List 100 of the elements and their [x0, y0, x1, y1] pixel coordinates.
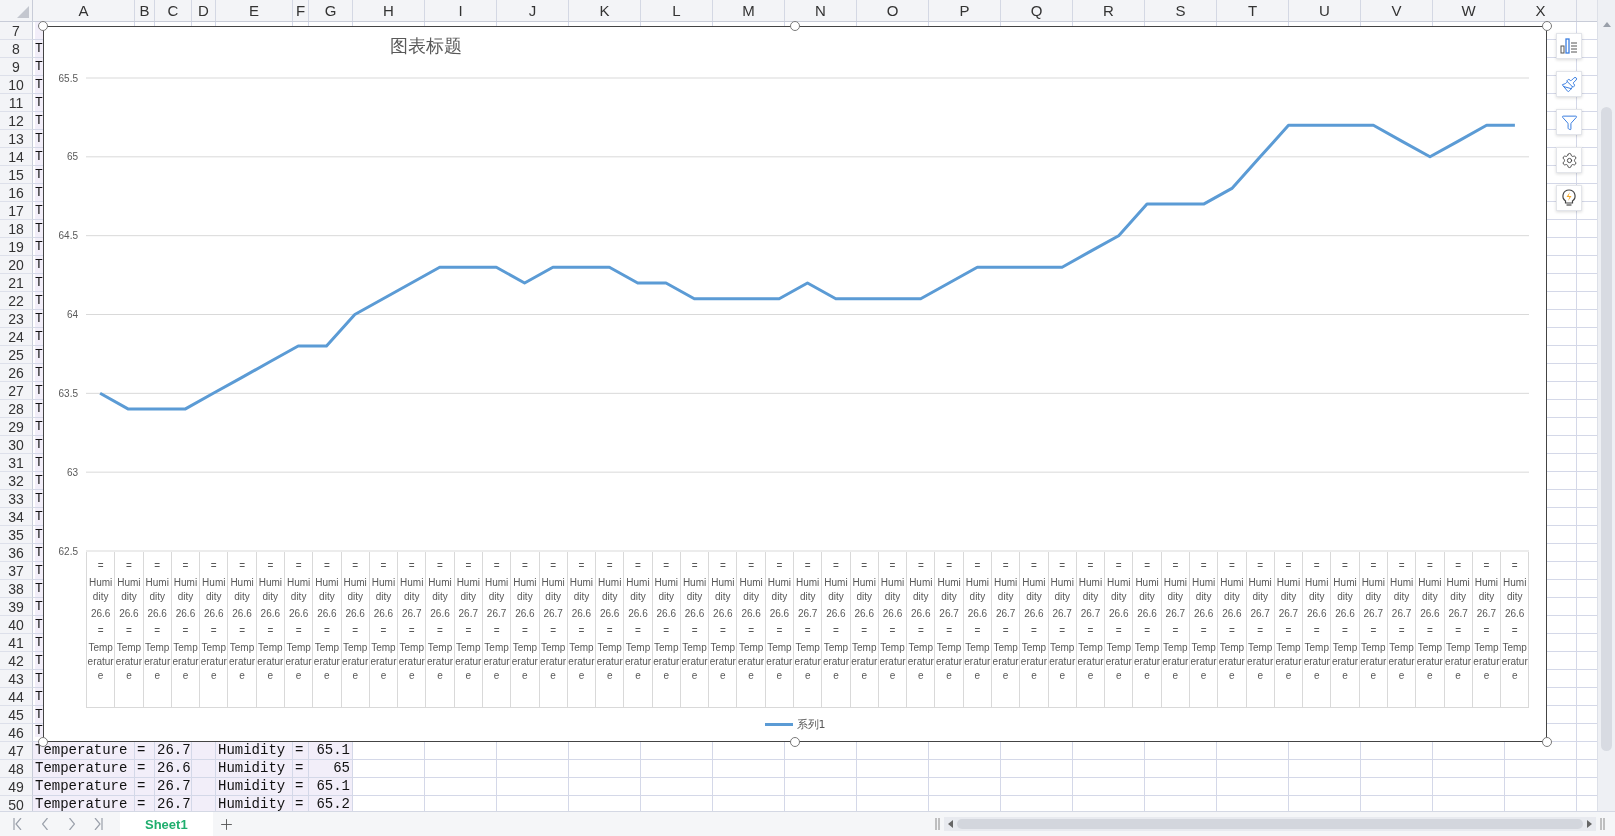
table-cell[interactable]: T: [35, 382, 43, 399]
table-cell[interactable]: T: [35, 256, 43, 273]
table-cell[interactable]: T: [35, 130, 43, 147]
row-header[interactable]: 40: [0, 616, 33, 634]
column-header[interactable]: Q: [1001, 0, 1073, 21]
table-cell[interactable]: T: [35, 94, 43, 111]
row-header[interactable]: 19: [0, 238, 33, 256]
table-cell[interactable]: T: [35, 472, 43, 489]
table-cell[interactable]: Temperature: [33, 796, 134, 811]
chart-style-button[interactable]: [1556, 71, 1582, 97]
table-cell[interactable]: Humidity: [216, 742, 292, 759]
table-cell[interactable]: T: [35, 634, 43, 651]
row-header[interactable]: 18: [0, 220, 33, 238]
row-header[interactable]: 33: [0, 490, 33, 508]
row-header[interactable]: 49: [0, 778, 33, 796]
column-header[interactable]: E: [216, 0, 293, 21]
table-cell[interactable]: T: [35, 40, 43, 57]
table-cell[interactable]: T: [35, 148, 43, 165]
splitter-grip-icon[interactable]: [1600, 818, 1605, 830]
table-cell[interactable]: =: [293, 742, 308, 759]
row-header[interactable]: 32: [0, 472, 33, 490]
chart-ideas-button[interactable]: [1556, 185, 1582, 211]
resize-handle[interactable]: [790, 21, 800, 31]
table-cell[interactable]: Humidity: [216, 796, 292, 811]
chart-filter-button[interactable]: [1556, 109, 1582, 135]
table-cell[interactable]: T: [35, 166, 43, 183]
table-cell[interactable]: T: [35, 274, 43, 291]
table-cell[interactable]: =: [293, 760, 308, 777]
table-cell[interactable]: =: [135, 778, 154, 795]
table-cell[interactable]: Temperature: [33, 760, 134, 777]
table-cell[interactable]: T: [35, 58, 43, 75]
table-cell[interactable]: T: [35, 616, 43, 633]
row-header[interactable]: 26: [0, 364, 33, 382]
horizontal-scrollbar[interactable]: [944, 817, 1596, 831]
table-cell[interactable]: T: [35, 364, 43, 381]
column-header[interactable]: L: [641, 0, 713, 21]
table-cell[interactable]: T: [35, 688, 43, 705]
column-header[interactable]: S: [1145, 0, 1217, 21]
row-header[interactable]: 38: [0, 580, 33, 598]
row-header[interactable]: 22: [0, 292, 33, 310]
table-cell[interactable]: T: [35, 706, 43, 723]
row-header[interactable]: 7: [0, 22, 33, 40]
row-header[interactable]: 48: [0, 760, 33, 778]
row-header[interactable]: 50: [0, 796, 33, 811]
row-header[interactable]: 39: [0, 598, 33, 616]
table-cell[interactable]: =: [293, 796, 308, 811]
table-cell[interactable]: [192, 796, 215, 811]
resize-handle[interactable]: [790, 737, 800, 747]
table-cell[interactable]: T: [35, 544, 43, 561]
table-cell[interactable]: =: [135, 760, 154, 777]
row-header[interactable]: 10: [0, 76, 33, 94]
table-cell[interactable]: [192, 742, 215, 759]
resize-handle[interactable]: [1542, 21, 1552, 31]
table-cell[interactable]: T: [35, 310, 43, 327]
table-cell[interactable]: 26.7: [155, 796, 191, 811]
column-header[interactable]: J: [497, 0, 569, 21]
column-header[interactable]: H: [353, 0, 425, 21]
table-cell[interactable]: 26.6: [155, 760, 191, 777]
row-header[interactable]: 21: [0, 274, 33, 292]
row-header[interactable]: 28: [0, 400, 33, 418]
table-cell[interactable]: T: [35, 220, 43, 237]
table-cell[interactable]: T: [35, 238, 43, 255]
table-cell[interactable]: =: [293, 778, 308, 795]
row-header[interactable]: 17: [0, 202, 33, 220]
table-cell[interactable]: T: [35, 346, 43, 363]
table-cell[interactable]: T: [35, 490, 43, 507]
select-all-icon[interactable]: [17, 6, 29, 18]
row-header[interactable]: 9: [0, 58, 33, 76]
column-header[interactable]: R: [1073, 0, 1145, 21]
table-cell[interactable]: T: [35, 526, 43, 543]
row-header[interactable]: 20: [0, 256, 33, 274]
row-header[interactable]: 36: [0, 544, 33, 562]
column-header[interactable]: M: [713, 0, 785, 21]
column-header[interactable]: B: [135, 0, 155, 21]
table-cell[interactable]: T: [35, 508, 43, 525]
column-header[interactable]: A: [33, 0, 135, 21]
table-cell[interactable]: T: [35, 292, 43, 309]
row-header[interactable]: 15: [0, 166, 33, 184]
vertical-scrollbar[interactable]: [1597, 0, 1615, 811]
table-cell[interactable]: T: [35, 328, 43, 345]
row-header[interactable]: 23: [0, 310, 33, 328]
table-cell[interactable]: T: [35, 112, 43, 129]
table-cell[interactable]: Humidity: [216, 778, 292, 795]
row-header[interactable]: 30: [0, 436, 33, 454]
row-header[interactable]: 13: [0, 130, 33, 148]
table-cell[interactable]: T: [35, 652, 43, 669]
chart-settings-button[interactable]: [1556, 147, 1582, 173]
column-header[interactable]: K: [569, 0, 641, 21]
table-cell[interactable]: =: [135, 742, 154, 759]
table-cell[interactable]: T: [35, 580, 43, 597]
column-header[interactable]: G: [309, 0, 353, 21]
column-header[interactable]: W: [1433, 0, 1505, 21]
table-cell[interactable]: T: [35, 598, 43, 615]
row-header[interactable]: 29: [0, 418, 33, 436]
table-cell[interactable]: 65.1: [309, 742, 352, 759]
splitter-grip-icon[interactable]: [935, 818, 940, 830]
column-header[interactable]: T: [1217, 0, 1289, 21]
table-cell[interactable]: 26.7: [155, 778, 191, 795]
table-cell[interactable]: T: [35, 400, 43, 417]
column-header[interactable]: I: [425, 0, 497, 21]
